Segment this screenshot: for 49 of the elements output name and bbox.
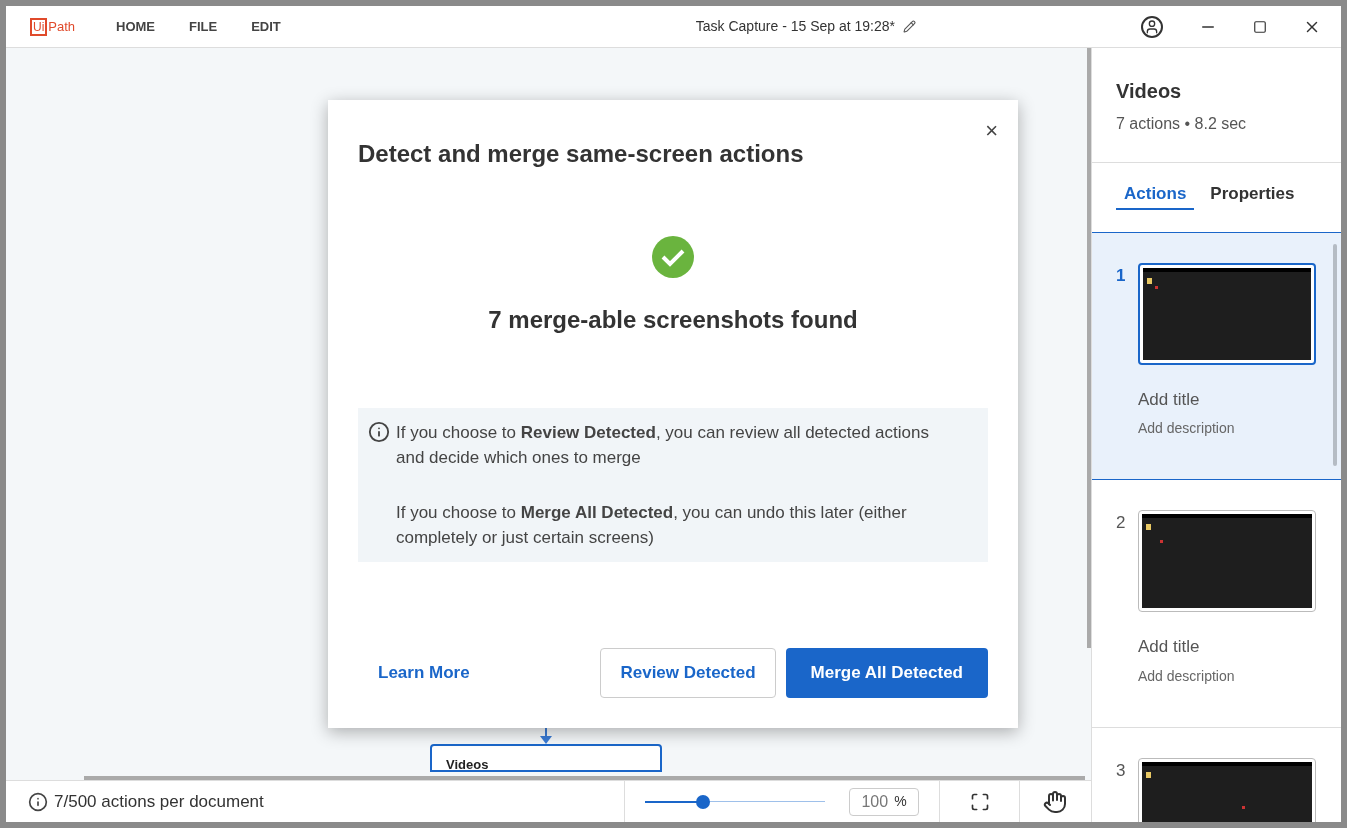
- folder-icon: [1146, 771, 1151, 778]
- close-button[interactable]: ×: [985, 114, 998, 147]
- action-item[interactable]: 1 Add title Add description: [1092, 232, 1341, 480]
- action-title[interactable]: Add title: [1138, 634, 1316, 660]
- fit-screen-icon[interactable]: [969, 791, 990, 812]
- info-text: If you choose to Review Detected, you can review all detected actions and decide which ones to merge: [396, 422, 930, 469]
- screenshot-thumbnail[interactable]: [1138, 262, 1316, 365]
- review-detected-button[interactable]: Review Detected: [600, 648, 776, 698]
- pan-hand-icon[interactable]: [1042, 789, 1067, 814]
- zoom-field[interactable]: 100 %: [849, 787, 919, 816]
- result-text: 7 merge-able screenshots found: [487, 305, 859, 335]
- screenshot-thumbnail[interactable]: [1138, 510, 1316, 612]
- window-title: Task Capture - 15 Sep at 19:28*: [695, 17, 895, 36]
- scrollbar[interactable]: [84, 776, 1085, 780]
- folder-icon: [1146, 524, 1151, 530]
- check-circle-icon: [652, 236, 694, 278]
- edit-icon[interactable]: [903, 20, 916, 33]
- logo-text: Path: [48, 17, 76, 36]
- info-icon: [368, 421, 390, 443]
- action-description[interactable]: Add description: [1138, 665, 1316, 687]
- zoom-slider[interactable]: [645, 794, 825, 809]
- menu-item[interactable]: EDIT: [251, 16, 281, 37]
- menu-item[interactable]: FILE: [189, 16, 218, 37]
- action-description[interactable]: Add description: [1138, 418, 1316, 439]
- action-number: 2: [1116, 512, 1126, 534]
- cursor-icon: [1160, 540, 1163, 543]
- maximize-icon[interactable]: [1253, 19, 1267, 34]
- panel-subtitle: 7 actions • 8.2 sec: [1116, 114, 1248, 134]
- learn-more-link[interactable]: Learn More: [378, 660, 470, 686]
- folder-icon: [1147, 277, 1152, 284]
- scrollbar[interactable]: [1333, 244, 1337, 466]
- action-number: 3: [1116, 759, 1126, 782]
- merge-all-button[interactable]: Merge All Detected: [785, 648, 988, 698]
- panel-tab[interactable]: Properties: [1202, 181, 1303, 210]
- menu-item[interactable]: HOME: [116, 16, 155, 37]
- dialog-title: Detect and merge same-screen actions: [358, 139, 805, 169]
- flow-node[interactable]: Videos: [430, 744, 662, 772]
- cursor-icon: [1242, 805, 1245, 809]
- scrollbar[interactable]: [1087, 48, 1091, 648]
- logo-box: Ui: [30, 17, 48, 36]
- account-icon[interactable]: [1141, 15, 1163, 38]
- action-number: 1: [1116, 264, 1126, 287]
- action-count: 7/500 actions per document: [54, 790, 264, 813]
- info-text: If you choose to Merge All Detected, you can undo this later (either completely or just certain screens): [396, 502, 908, 549]
- cursor-icon: [1155, 285, 1158, 289]
- panel-title: Videos: [1116, 79, 1183, 104]
- panel-tab[interactable]: Actions: [1116, 181, 1195, 210]
- info-icon: [28, 791, 48, 812]
- action-title[interactable]: Add title: [1138, 386, 1316, 412]
